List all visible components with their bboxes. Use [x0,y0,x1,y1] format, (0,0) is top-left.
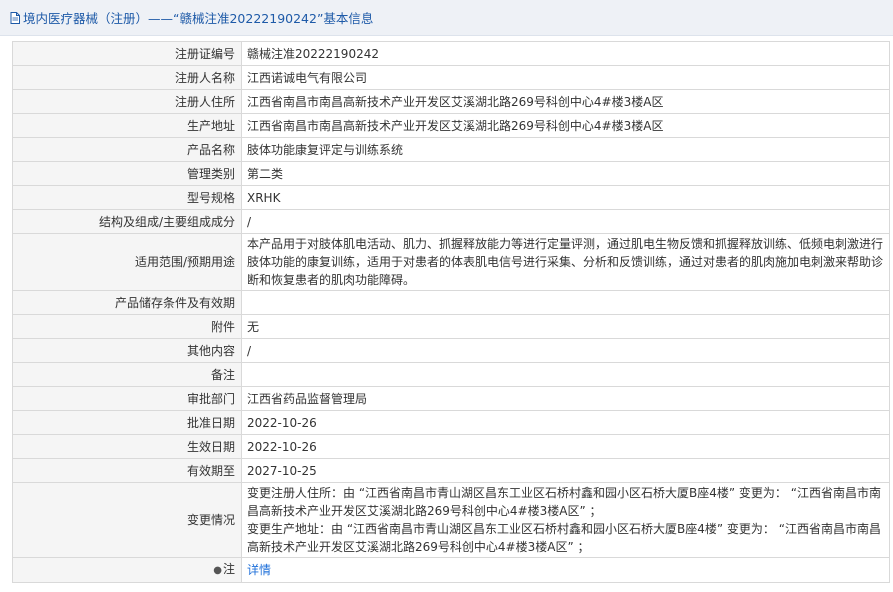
row-label: 注册人住所 [12,89,242,114]
table-row: 注册人名称 江西诺诚电气有限公司 [12,65,890,90]
details-link[interactable]: 详情 [247,563,271,577]
table-row: 备注 [12,362,890,387]
row-value: / [241,338,890,363]
document-icon [10,11,20,24]
table-row: 注册人住所 江西省南昌市南昌高新技术产业开发区艾溪湖北路269号科创中心4#楼3… [12,89,890,114]
info-table-container: 注册证编号 赣械注准20222190242 注册人名称 江西诺诚电气有限公司 注… [12,41,890,583]
row-value: 2022-10-26 [241,434,890,459]
table-row: 结构及组成/主要组成成分 / [12,209,890,234]
row-label: 适用范围/预期用途 [12,233,242,291]
row-label: 审批部门 [12,386,242,411]
row-label: 生效日期 [12,434,242,459]
row-label: 注册人名称 [12,65,242,90]
page-header: 境内医疗器械（注册）——“赣械注准20222190242”基本信息 [0,0,893,36]
info-table: 注册证编号 赣械注准20222190242 注册人名称 江西诺诚电气有限公司 注… [12,41,890,583]
row-label: 注册证编号 [12,41,242,66]
row-value: 第二类 [241,161,890,186]
table-row: 批准日期 2022-10-26 [12,410,890,435]
row-value: / [241,209,890,234]
table-row: 生效日期 2022-10-26 [12,434,890,459]
row-value: 本产品用于对肢体肌电活动、肌力、抓握释放能力等进行定量评测，通过肌电生物反馈和抓… [241,233,890,291]
row-value: 江西省南昌市南昌高新技术产业开发区艾溪湖北路269号科创中心4#楼3楼A区 [241,113,890,138]
row-label: 产品名称 [12,137,242,162]
table-row: 产品名称 肢体功能康复评定与训练系统 [12,137,890,162]
table-row: 其他内容 / [12,338,890,363]
row-value: 无 [241,314,890,339]
row-label: 其他内容 [12,338,242,363]
row-label: 备注 [12,362,242,387]
table-row: 注册证编号 赣械注准20222190242 [12,41,890,66]
row-value: 江西省药品监督管理局 [241,386,890,411]
page-title: 境内医疗器械（注册）——“赣械注准20222190242”基本信息 [23,11,374,26]
row-label: 产品储存条件及有效期 [12,290,242,315]
row-label: 生产地址 [12,113,242,138]
row-label: 型号规格 [12,185,242,210]
table-row: 产品储存条件及有效期 [12,290,890,315]
note-label-cell: ●注 [12,557,242,583]
table-row-note: ●注 详情 [12,557,890,583]
table-row: 管理类别 第二类 [12,161,890,186]
row-value: 肢体功能康复评定与训练系统 [241,137,890,162]
lightbulb-icon: ● [213,565,222,576]
table-row: 审批部门 江西省药品监督管理局 [12,386,890,411]
row-label: 附件 [12,314,242,339]
row-label: 变更情况 [12,482,242,558]
row-value: 2027-10-25 [241,458,890,483]
table-row: 生产地址 江西省南昌市南昌高新技术产业开发区艾溪湖北路269号科创中心4#楼3楼… [12,113,890,138]
row-value: XRHK [241,185,890,210]
row-value: 江西省南昌市南昌高新技术产业开发区艾溪湖北路269号科创中心4#楼3楼A区 [241,89,890,114]
table-row: 型号规格 XRHK [12,185,890,210]
row-value [241,290,890,315]
note-value-cell: 详情 [241,557,890,583]
row-value: 变更注册人住所：由 “江西省南昌市青山湖区昌东工业区石桥村鑫和园小区石桥大厦B座… [241,482,890,558]
table-row: 附件 无 [12,314,890,339]
row-label: 批准日期 [12,410,242,435]
note-label: 注 [222,562,235,576]
row-value [241,362,890,387]
row-label: 管理类别 [12,161,242,186]
row-label: 有效期至 [12,458,242,483]
row-value: 江西诺诚电气有限公司 [241,65,890,90]
row-value: 赣械注准20222190242 [241,41,890,66]
table-row: 适用范围/预期用途 本产品用于对肢体肌电活动、肌力、抓握释放能力等进行定量评测，… [12,233,890,291]
table-row: 有效期至 2027-10-25 [12,458,890,483]
row-value: 2022-10-26 [241,410,890,435]
row-label: 结构及组成/主要组成成分 [12,209,242,234]
table-row: 变更情况 变更注册人住所：由 “江西省南昌市青山湖区昌东工业区石桥村鑫和园小区石… [12,482,890,558]
